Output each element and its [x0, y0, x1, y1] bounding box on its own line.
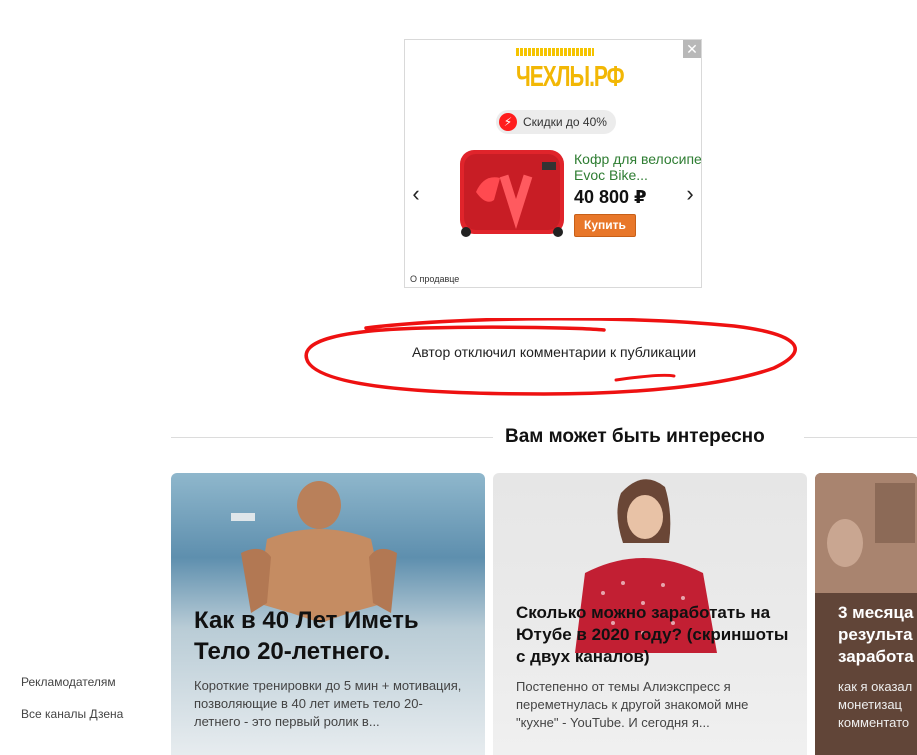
- all-channels-link[interactable]: Все каналы Дзена: [21, 707, 123, 721]
- chevron-left-icon[interactable]: ‹: [408, 182, 424, 206]
- section-divider-right: [804, 437, 917, 438]
- brand-logo-text: ЧЕХЛЫ.РФ: [516, 61, 625, 93]
- ad-banner[interactable]: ✕ ЧЕХЛЫ.РФ ⚡ Скидки до 40% ‹ › Кофр для …: [404, 39, 703, 288]
- product-price: 40 800 ₽: [574, 187, 647, 207]
- close-icon[interactable]: ✕: [683, 40, 701, 58]
- card-snippet: Постепенно от темы Алиэкспресс я перемет…: [516, 679, 749, 730]
- recommendation-card[interactable]: Как в 40 Лет Иметь Тело 20-летнего. Коро…: [171, 473, 485, 755]
- discount-label: Скидки до 40%: [523, 115, 607, 129]
- card-title: Как в 40 Лет Иметь Тело 20-летнего.: [194, 607, 419, 665]
- lightning-icon: ⚡: [499, 113, 517, 131]
- card-title: 3 месяца результа заработа: [838, 603, 914, 666]
- buy-button[interactable]: Купить: [574, 214, 636, 237]
- brand-logo[interactable]: ЧЕХЛЫ.РФ: [516, 48, 625, 100]
- discount-badge: ⚡ Скидки до 40%: [496, 110, 616, 134]
- recommendation-card[interactable]: Сколько можно заработать на Ютубе в 2020…: [493, 473, 807, 755]
- product-image[interactable]: [454, 144, 570, 240]
- advertisers-link[interactable]: Рекламодателям: [21, 675, 116, 689]
- comments-disabled-notice: Автор отключил комментарии к публикации: [304, 318, 804, 396]
- comments-disabled-text: Автор отключил комментарии к публикации: [411, 344, 697, 360]
- card-snippet: как я оказал монетизац комментато: [838, 679, 913, 730]
- seller-info-link[interactable]: О продавце: [410, 274, 459, 284]
- section-divider-left: [171, 437, 493, 438]
- chevron-right-icon[interactable]: ›: [682, 182, 698, 206]
- product-title[interactable]: Кофр для велосипе, Evoc Bike...: [574, 151, 703, 183]
- section-title: Вам может быть интересно: [505, 426, 765, 447]
- recommendation-card[interactable]: 3 месяца результа заработа как я оказал …: [815, 473, 917, 755]
- card-snippet: Короткие тренировки до 5 мин + мотивация…: [194, 678, 462, 729]
- card-title: Сколько можно заработать на Ютубе в 2020…: [516, 603, 789, 666]
